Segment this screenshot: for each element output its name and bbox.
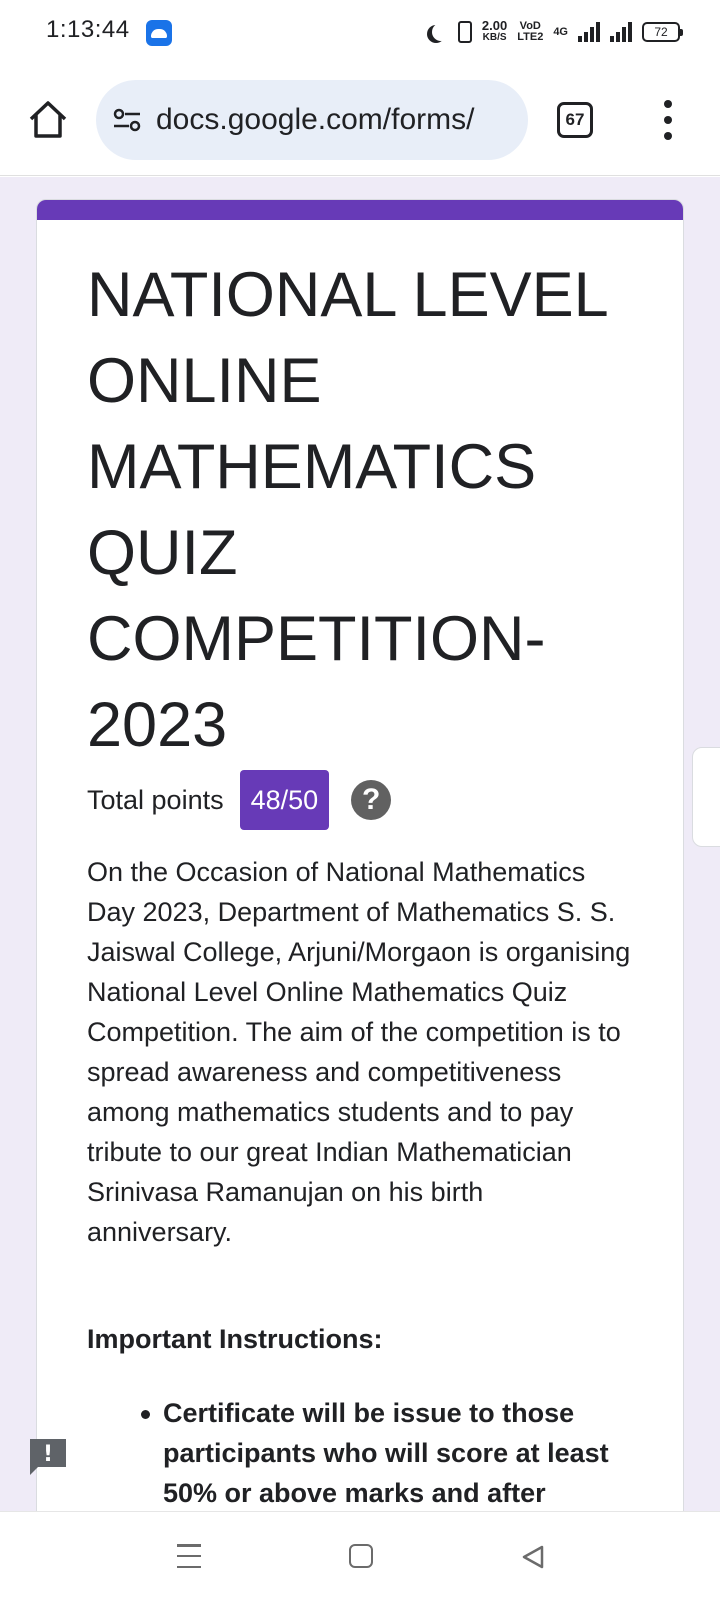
status-icons: 2.00 KB/S VoD LTE2 4G 72 — [426, 16, 683, 48]
page-content: NATIONAL LEVEL ONLINE MATHEMATICS QUIZ C… — [0, 177, 720, 1511]
network-speed: 2.00 KB/S — [481, 18, 508, 43]
instructions-heading: Important Instructions: — [87, 1324, 383, 1354]
volte-indicator: VoD LTE2 — [517, 20, 544, 43]
instructions-list: Certificate will be issue to those parti… — [141, 1393, 653, 1511]
back-icon[interactable] — [520, 1544, 546, 1570]
points-badge: 48/50 — [239, 770, 330, 830]
system-nav-bar — [0, 1511, 720, 1600]
signal-icon-sim2 — [610, 22, 632, 42]
recents-icon[interactable] — [177, 1544, 201, 1568]
form-description: On the Occasion of National Mathematics … — [87, 857, 631, 1247]
card-accent-bar — [37, 200, 683, 220]
nav-home-icon[interactable] — [349, 1544, 373, 1568]
address-bar[interactable]: docs.google.com/forms/ — [96, 80, 528, 160]
url-text[interactable]: docs.google.com/forms/ — [156, 103, 474, 137]
tune-icon[interactable] — [112, 105, 142, 135]
more-vert-icon[interactable] — [658, 100, 678, 140]
signal-icon-sim1 — [578, 22, 600, 42]
list-item: Certificate will be issue to those parti… — [141, 1393, 653, 1511]
side-panel-handle[interactable] — [692, 747, 720, 847]
network-type: 4G — [553, 25, 568, 38]
battery-icon: 72 — [642, 22, 683, 42]
points-label: Total points — [87, 784, 224, 815]
tab-switcher-button[interactable]: 67 — [557, 102, 593, 138]
total-points-row: Total points 48/50 ? — [87, 770, 392, 830]
vibrate-icon — [457, 21, 472, 43]
status-bar: 1:13:44 2.00 KB/S VoD LTE2 4G 72 — [0, 0, 720, 64]
help-icon[interactable]: ? — [351, 780, 392, 820]
home-icon[interactable] — [26, 98, 70, 142]
do-not-disturb-icon — [432, 23, 450, 41]
feedback-icon[interactable]: ! — [28, 1437, 68, 1477]
browser-toolbar: docs.google.com/forms/ 67 — [0, 64, 720, 176]
form-title: NATIONAL LEVEL ONLINE MATHEMATICS QUIZ C… — [87, 260, 607, 760]
feedback-glyph: ! — [43, 1442, 53, 1467]
form-header-card: NATIONAL LEVEL ONLINE MATHEMATICS QUIZ C… — [36, 199, 684, 1511]
notification-app-icon — [146, 20, 172, 46]
status-time: 1:13:44 — [46, 16, 130, 43]
